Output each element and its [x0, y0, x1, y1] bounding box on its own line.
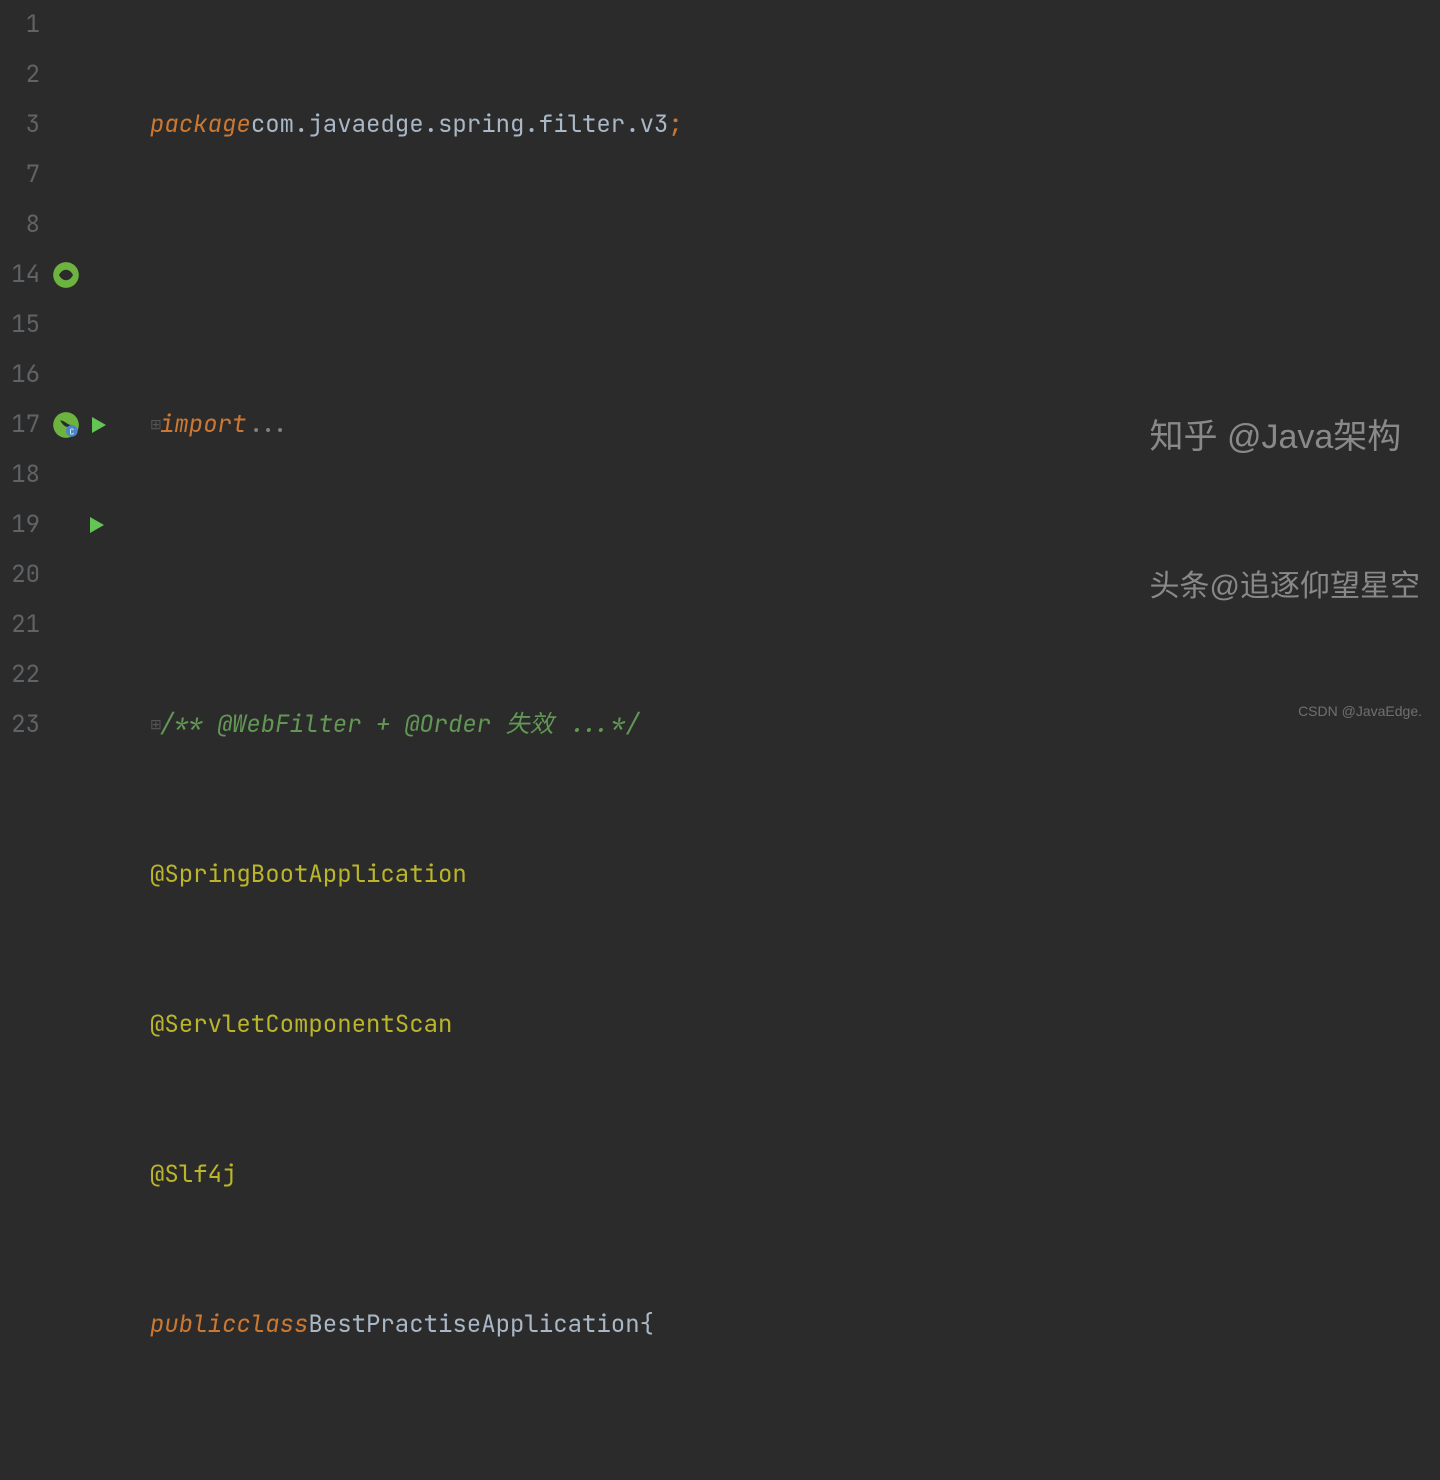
line-number: 20 [0, 550, 40, 600]
javadoc-comment: /** @WebFilter + @Order 失效 ...*/ [160, 700, 640, 750]
keyword-package: package [150, 100, 251, 150]
class-name: BestPractiseApplication [308, 1300, 639, 1350]
line-number: 16 [0, 350, 40, 400]
keyword-class: class [236, 1300, 308, 1350]
line-number: 22 [0, 650, 40, 700]
line-number: 3 [0, 100, 40, 150]
package-name: com.javaedge.spring.filter.v3 [251, 100, 669, 150]
code-line[interactable] [150, 1450, 1440, 1480]
line-number: 23 [0, 700, 40, 750]
code-line[interactable]: ⊞ import ... [150, 400, 1440, 450]
line-number: 17 [0, 400, 40, 450]
code-line[interactable]: @ServletComponentScan [150, 1000, 1440, 1050]
keyword-public: public [150, 1300, 236, 1350]
play-icon[interactable] [84, 513, 108, 537]
code-line[interactable]: package com.javaedge.spring.filter.v3; [150, 100, 1440, 150]
code-editor[interactable]: 1 2 3 7 8 14 15 16 17 18 19 20 21 22 23 … [0, 0, 1440, 740]
fold-expand-icon[interactable]: ⊞ [150, 400, 160, 450]
code-line[interactable]: @Slf4j [150, 1150, 1440, 1200]
folded-ellipsis[interactable]: ... [246, 400, 289, 450]
annotation: @SpringBootApplication [150, 850, 467, 900]
line-number-gutter: 1 2 3 7 8 14 15 16 17 18 19 20 21 22 23 [0, 0, 48, 740]
line-number: 19 [0, 500, 40, 550]
keyword-import: import [160, 400, 246, 450]
line-number: 8 [0, 200, 40, 250]
line-number: 7 [0, 150, 40, 200]
code-line[interactable] [150, 250, 1440, 300]
run-class-gutter-icon[interactable]: C [52, 400, 110, 450]
code-line[interactable]: @SpringBootApplication [150, 850, 1440, 900]
line-number: 21 [0, 600, 40, 650]
spring-bean-gutter-icon[interactable] [52, 250, 80, 300]
svg-text:C: C [69, 427, 74, 437]
line-number: 18 [0, 450, 40, 500]
play-icon[interactable] [86, 413, 110, 437]
code-line[interactable]: ⊞ /** @WebFilter + @Order 失效 ...*/ [150, 700, 1440, 750]
brace: { [640, 1300, 654, 1350]
line-number: 1 [0, 0, 40, 50]
annotation: @Slf4j [150, 1150, 236, 1200]
code-area[interactable]: package com.javaedge.spring.filter.v3; ⊞… [140, 0, 1440, 740]
code-line[interactable]: public class BestPractiseApplication { [150, 1300, 1440, 1350]
semicolon: ; [668, 100, 682, 150]
watermark: 知乎 @Java架构 头条@追逐仰望星空 [1150, 312, 1420, 712]
line-number: 14 [0, 250, 40, 300]
code-line[interactable] [150, 550, 1440, 600]
line-number: 2 [0, 50, 40, 100]
gutter-icons-column: C [48, 0, 140, 740]
fold-expand-icon[interactable]: ⊞ [150, 700, 160, 750]
line-number: 15 [0, 300, 40, 350]
annotation: @ServletComponentScan [150, 1000, 452, 1050]
run-method-gutter-icon[interactable] [84, 500, 108, 550]
